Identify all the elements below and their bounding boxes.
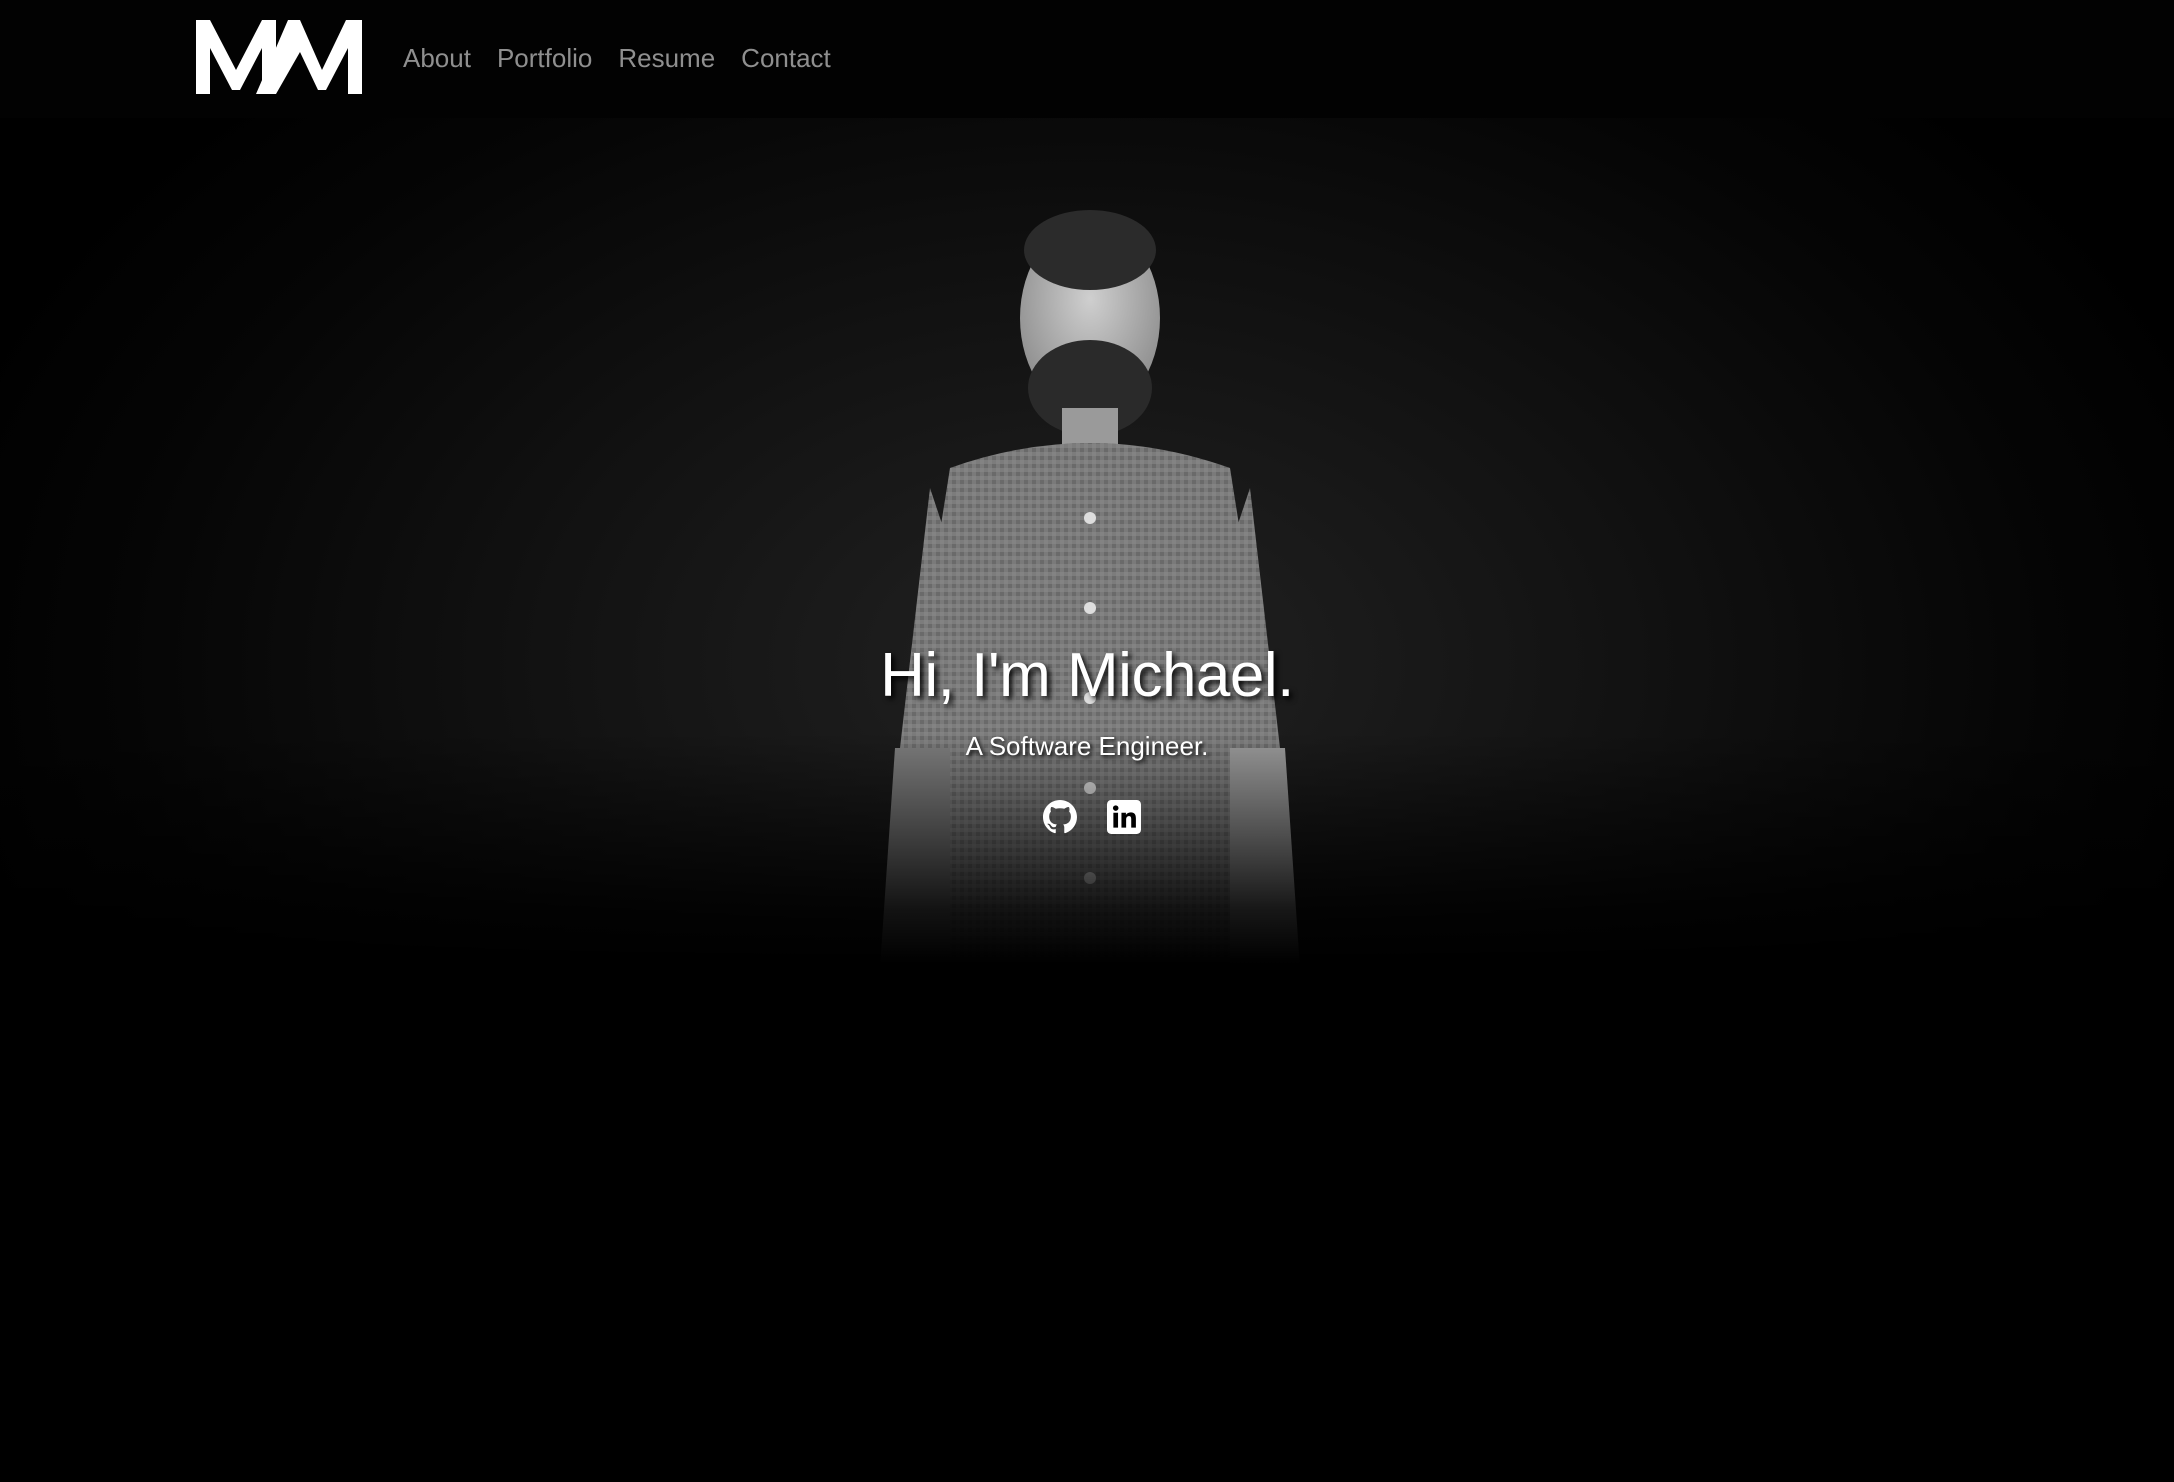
- top-navbar: About Portfolio Resume Contact: [0, 0, 2174, 118]
- linkedin-icon[interactable]: [1107, 800, 1141, 834]
- hero-title: Hi, I'm Michael.: [880, 641, 1294, 710]
- nav-portfolio-link[interactable]: Portfolio: [497, 38, 592, 78]
- main-nav: About Portfolio Resume Contact: [403, 38, 857, 78]
- hero-content: Hi, I'm Michael. A Software Engineer.: [0, 636, 2174, 834]
- nav-resume-link[interactable]: Resume: [618, 38, 715, 78]
- hero-subtitle: A Software Engineer.: [965, 731, 1209, 761]
- nav-about-link[interactable]: About: [403, 38, 471, 78]
- social-links: [0, 800, 2174, 834]
- nav-contact-link[interactable]: Contact: [741, 38, 831, 78]
- mm-logo[interactable]: [196, 18, 364, 96]
- github-icon[interactable]: [1043, 800, 1077, 834]
